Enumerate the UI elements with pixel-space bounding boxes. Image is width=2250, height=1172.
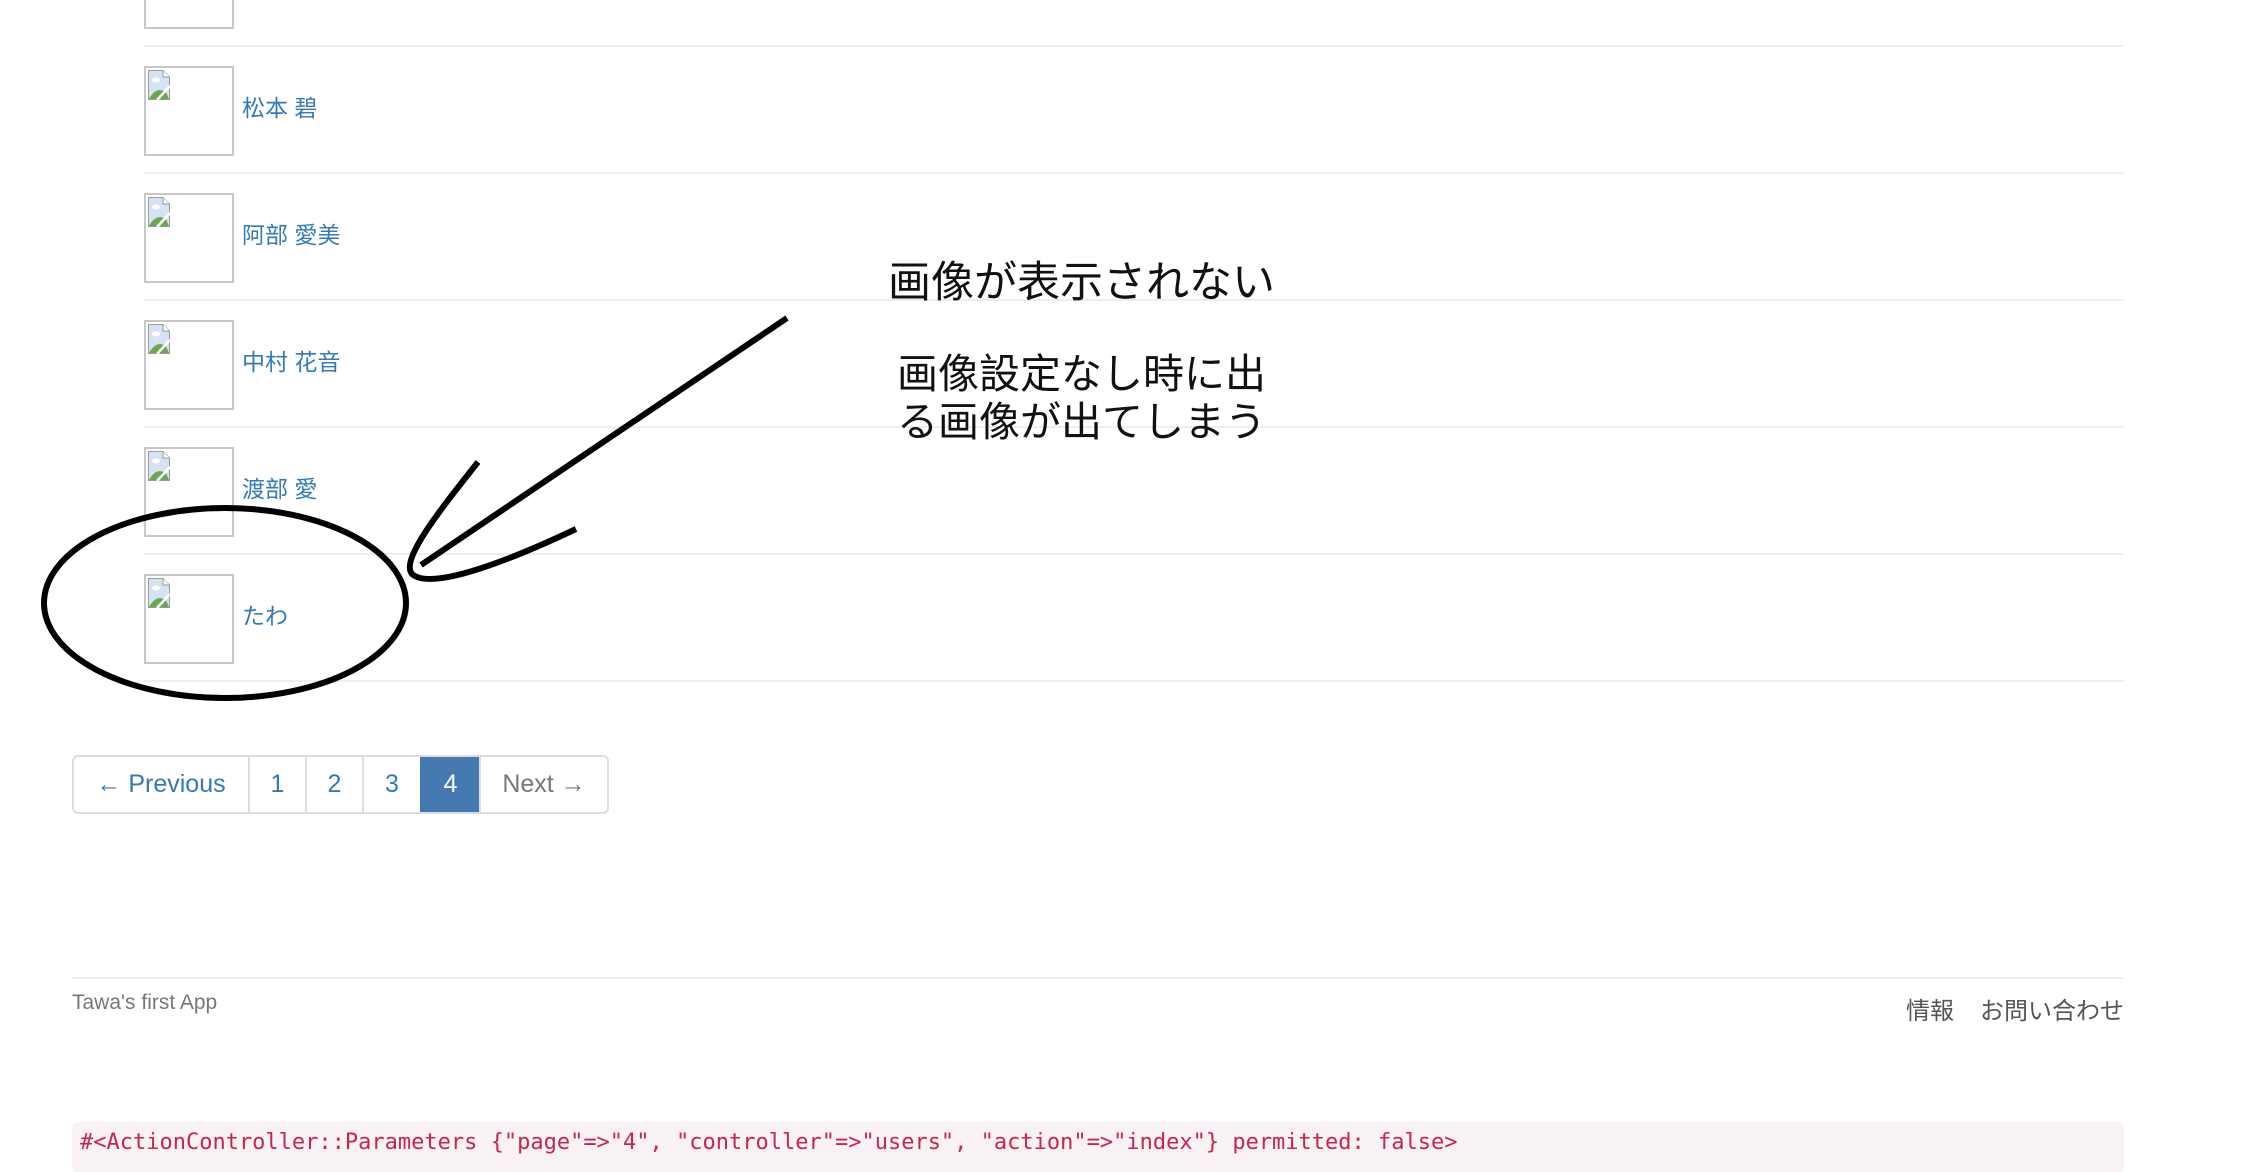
broken-image-icon xyxy=(148,70,170,100)
user-avatar[interactable] xyxy=(144,193,234,283)
user-avatar[interactable] xyxy=(144,320,234,410)
user-row: 渡部 愛 xyxy=(144,428,2124,555)
user-name-link[interactable]: 渡部 愛 xyxy=(242,474,317,504)
broken-image-icon xyxy=(148,578,170,608)
user-avatar[interactable] xyxy=(144,66,234,156)
user-avatar[interactable] xyxy=(144,574,234,664)
annotation-note: 画像設定なし時に出 る画像が出てしまう xyxy=(897,350,1266,446)
user-name-link[interactable]: たわ xyxy=(242,601,288,631)
user-avatar[interactable] xyxy=(144,0,234,29)
page-link-4-current[interactable]: 4 xyxy=(420,757,479,812)
annotation-note-line1: 画像設定なし時に出 xyxy=(897,350,1266,398)
user-row xyxy=(144,0,2124,47)
page-link-1[interactable]: 1 xyxy=(248,757,305,812)
debug-params: #<ActionController::Parameters {"page"=>… xyxy=(72,1122,2124,1172)
pagination: ← Previous 1 2 3 4 Next → xyxy=(72,755,609,814)
user-name-link[interactable]: 中村 花音 xyxy=(242,347,340,377)
annotation-note-line2: る画像が出てしまう xyxy=(897,398,1266,446)
broken-image-icon xyxy=(148,451,170,481)
page-link-3[interactable]: 3 xyxy=(362,757,420,812)
footer-brand: Tawa's first App xyxy=(72,991,218,1014)
broken-image-icon xyxy=(148,324,170,354)
footer-link-about[interactable]: 情報 xyxy=(1906,991,1954,1026)
footer-link-contact[interactable]: お問い合わせ xyxy=(1980,991,2124,1026)
next-page-link[interactable]: Next → xyxy=(479,757,607,812)
broken-image-icon xyxy=(148,197,170,227)
annotation-title: 画像が表示されない xyxy=(888,258,1275,308)
user-row: 松本 碧 xyxy=(144,47,2124,174)
footer-links: 情報 お問い合わせ xyxy=(1906,991,2124,1026)
footer: Tawa's first App 情報 お問い合わせ xyxy=(72,977,2124,1037)
user-name-link[interactable]: 松本 碧 xyxy=(242,93,317,123)
previous-page-link[interactable]: ← Previous xyxy=(74,757,248,812)
user-name-link[interactable]: 阿部 愛美 xyxy=(242,220,340,250)
page-link-2[interactable]: 2 xyxy=(305,757,362,812)
user-row: たわ xyxy=(144,555,2124,682)
user-avatar[interactable] xyxy=(144,447,234,537)
